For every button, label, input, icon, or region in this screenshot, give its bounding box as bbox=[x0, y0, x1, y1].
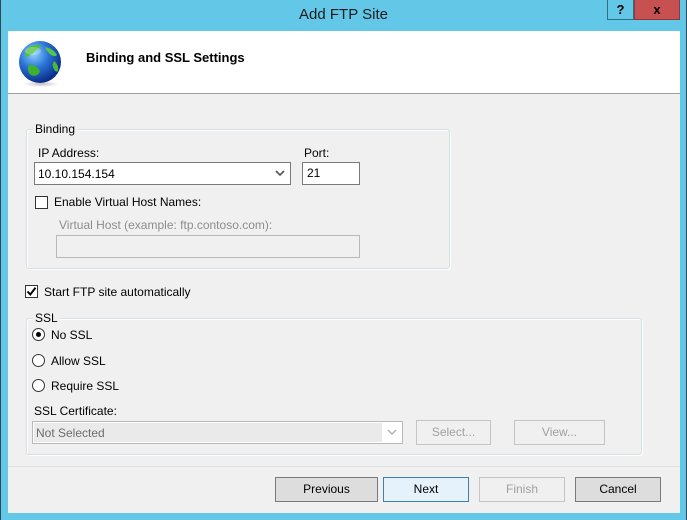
chevron-down-icon bbox=[387, 429, 397, 435]
footer-separator bbox=[8, 466, 680, 467]
no-ssl-radio[interactable] bbox=[32, 328, 45, 341]
ssl-certificate-dropdown[interactable]: Not Selected bbox=[32, 421, 403, 444]
globe-icon bbox=[19, 41, 61, 87]
virtual-host-label: Virtual Host (example: ftp.contoso.com): bbox=[59, 218, 273, 232]
next-button[interactable]: Next bbox=[383, 477, 469, 502]
dialog-client-area: Binding and SSL Settings Binding IP Addr… bbox=[8, 31, 680, 513]
radio-selected-dot bbox=[36, 332, 41, 337]
help-button[interactable]: ? bbox=[607, 0, 634, 20]
binding-group-label: Binding bbox=[33, 122, 78, 136]
ip-address-value: 10.10.154.154 bbox=[38, 167, 115, 181]
require-ssl-radio[interactable] bbox=[32, 379, 45, 392]
cancel-button[interactable]: Cancel bbox=[575, 477, 661, 502]
no-ssl-label: No SSL bbox=[51, 328, 93, 342]
ip-address-label: IP Address: bbox=[38, 146, 100, 160]
allow-ssl-radio[interactable] bbox=[32, 354, 45, 367]
port-label: Port: bbox=[304, 146, 330, 160]
help-icon: ? bbox=[616, 2, 625, 17]
chevron-down-icon bbox=[275, 170, 285, 177]
finish-button[interactable]: Finish bbox=[479, 477, 565, 502]
previous-button[interactable]: Previous bbox=[275, 477, 378, 502]
window-title: Add FTP Site bbox=[299, 6, 388, 23]
ssl-certificate-value: Not Selected bbox=[36, 426, 105, 440]
close-button[interactable]: x bbox=[634, 0, 680, 20]
title-bar[interactable]: Add FTP Site ? x bbox=[1, 0, 686, 31]
start-automatically-label: Start FTP site automatically bbox=[44, 285, 191, 299]
view-certificate-button[interactable]: View... bbox=[514, 420, 605, 445]
ssl-group-label: SSL bbox=[33, 311, 60, 325]
wizard-header: Binding and SSL Settings bbox=[8, 31, 680, 94]
virtual-host-input[interactable] bbox=[56, 235, 360, 258]
page-title: Binding and SSL Settings bbox=[86, 50, 245, 65]
checkmark-icon bbox=[26, 287, 37, 297]
add-ftp-site-dialog: Add FTP Site ? x Binding and SSL Setting… bbox=[0, 0, 687, 520]
enable-virtual-host-checkbox[interactable] bbox=[35, 196, 48, 209]
port-input[interactable]: 21 bbox=[302, 162, 360, 185]
start-automatically-checkbox[interactable] bbox=[25, 285, 38, 298]
require-ssl-label: Require SSL bbox=[51, 379, 120, 393]
enable-virtual-host-label: Enable Virtual Host Names: bbox=[54, 195, 202, 209]
ssl-certificate-label: SSL Certificate: bbox=[34, 404, 117, 418]
select-certificate-button[interactable]: Select... bbox=[416, 420, 491, 445]
allow-ssl-label: Allow SSL bbox=[51, 354, 106, 368]
ip-address-dropdown[interactable]: 10.10.154.154 bbox=[34, 162, 291, 185]
close-icon: x bbox=[653, 2, 661, 17]
